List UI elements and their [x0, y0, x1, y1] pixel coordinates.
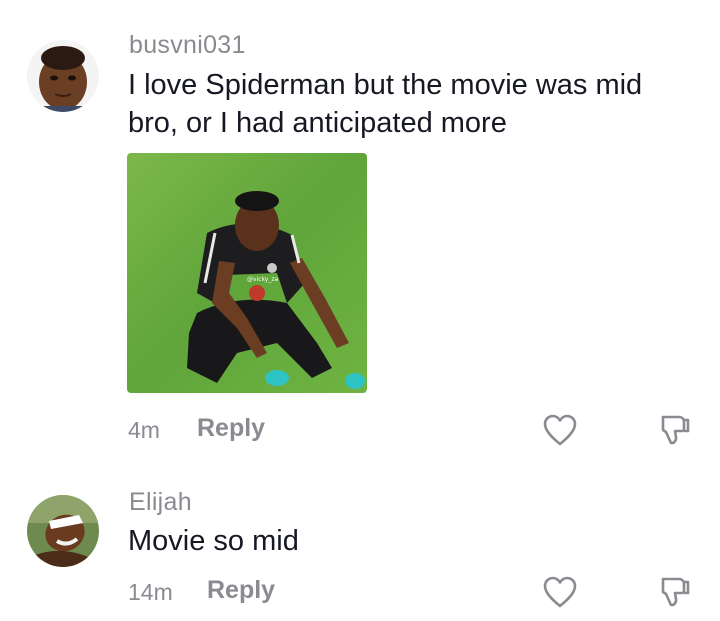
comment-username[interactable]: Elijah [129, 488, 192, 517]
avatar-image [27, 495, 99, 567]
comment-item: busvni031 I love Spiderman but the movie… [0, 0, 720, 460]
comment-item: Elijah Movie so mid 14m Reply [0, 460, 720, 621]
heart-icon [543, 576, 577, 608]
avatar-image [27, 40, 99, 112]
thumbs-down-icon [661, 577, 690, 607]
like-button[interactable] [540, 410, 580, 450]
comment-timestamp: 14m [128, 579, 173, 605]
comment-text-line: bro, or I had anticipated more [128, 107, 507, 139]
heart-icon [543, 414, 577, 446]
comment-text: I love Spiderman but the movie was mid b… [128, 66, 642, 142]
reply-button[interactable]: Reply [197, 414, 265, 443]
comment-text: Movie so mid [128, 522, 299, 560]
like-button[interactable] [540, 572, 580, 612]
comment-photo[interactable]: @vicky_za [127, 153, 367, 393]
comment-text-line: I love Spiderman but the movie was mid [128, 69, 643, 101]
comment-username[interactable]: busvni031 [129, 31, 246, 60]
thumbs-down-icon [661, 415, 690, 445]
avatar[interactable] [27, 40, 99, 112]
dislike-button[interactable] [655, 410, 695, 450]
dislike-button[interactable] [655, 572, 695, 612]
comment-text-line: Movie so mid [128, 525, 299, 557]
photo-watermark: @vicky_za [247, 276, 278, 283]
avatar[interactable] [27, 495, 99, 567]
photo-image: @vicky_za [127, 153, 367, 393]
reply-button[interactable]: Reply [207, 576, 275, 605]
comment-timestamp: 4m [128, 417, 160, 443]
